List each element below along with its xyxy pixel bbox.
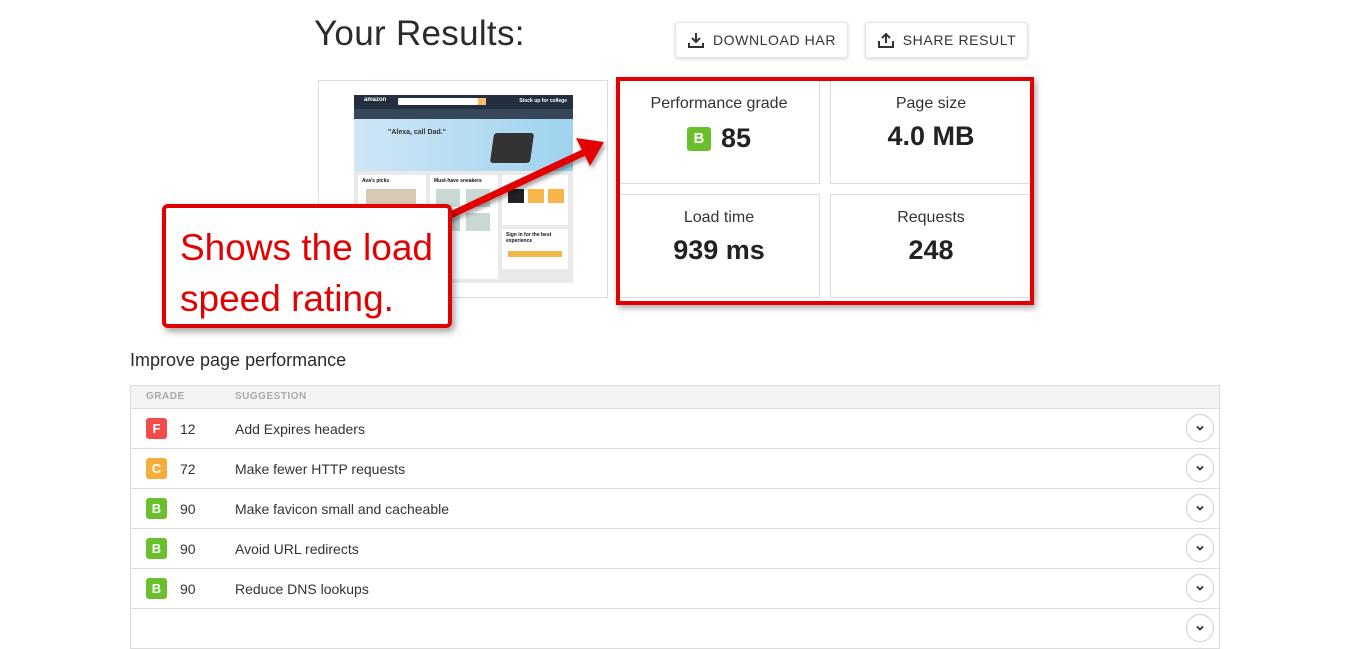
upload-icon: [877, 31, 895, 49]
suggestion-text: Make fewer HTTP requests: [235, 461, 406, 477]
callout-text: Shows the load speed rating.: [180, 227, 434, 319]
download-icon: [687, 31, 705, 49]
chevron-down-icon: [1196, 585, 1204, 591]
grade-score: 90: [180, 541, 196, 557]
grade-badge: B: [146, 498, 167, 519]
download-har-button[interactable]: DOWNLOAD HAR: [675, 22, 848, 58]
grade-badge: C: [146, 458, 167, 479]
share-result-button[interactable]: SHARE RESULT: [865, 22, 1028, 58]
chevron-down-icon: [1196, 625, 1204, 631]
expand-row-button[interactable]: [1186, 614, 1214, 642]
suggestion-text: Add Expires headers: [235, 421, 365, 437]
expand-row-button[interactable]: [1186, 574, 1214, 602]
suggestion-column-header: SUGGESTION: [235, 391, 307, 402]
preview-tile-label: Must-have sneakers: [434, 178, 482, 184]
preview-promo: Stock up for college: [519, 98, 567, 104]
chevron-down-icon: [1196, 545, 1204, 551]
grade-badge: B: [146, 578, 167, 599]
preview-tile-label: Sign in for the best experience: [506, 232, 552, 244]
grade-score: 90: [180, 581, 196, 597]
preview-tile-label: Ava's picks: [362, 178, 390, 184]
table-header: GRADE SUGGESTION: [131, 386, 1219, 409]
table-row[interactable]: B 90 Avoid URL redirects: [131, 529, 1219, 569]
improve-section-title: Improve page performance: [130, 350, 347, 370]
expand-row-button[interactable]: [1186, 454, 1214, 482]
expand-row-button[interactable]: [1186, 414, 1214, 442]
chevron-down-icon: [1196, 425, 1204, 431]
grade-score: 72: [180, 461, 196, 477]
suggestion-text: Reduce DNS lookups: [235, 581, 369, 597]
grade-column-header: GRADE: [146, 391, 185, 402]
page-title: Your Results:: [314, 14, 525, 53]
grade-badge: B: [146, 538, 167, 559]
expand-row-button[interactable]: [1186, 494, 1214, 522]
chevron-down-icon: [1196, 465, 1204, 471]
suggestions-table: GRADE SUGGESTION F 12 Add Expires header…: [130, 385, 1220, 649]
preview-hero-text: "Alexa, call Dad.": [388, 129, 446, 136]
table-row[interactable]: F 12 Add Expires headers: [131, 409, 1219, 449]
preview-logo: amazon: [364, 97, 387, 103]
table-row[interactable]: C 72 Make fewer HTTP requests: [131, 449, 1219, 489]
table-row[interactable]: B 90 Make favicon small and cacheable: [131, 489, 1219, 529]
annotation-callout: Shows the load speed rating.: [162, 204, 452, 328]
metrics-highlight-box: [616, 77, 1034, 305]
download-har-label: DOWNLOAD HAR: [712, 32, 837, 48]
table-row[interactable]: B 90 Reduce DNS lookups: [131, 569, 1219, 609]
grade-score: 12: [180, 421, 196, 437]
grade-score: 90: [180, 501, 196, 517]
expand-row-button[interactable]: [1186, 534, 1214, 562]
suggestion-text: Make favicon small and cacheable: [235, 501, 450, 517]
share-result-label: SHARE RESULT: [902, 32, 1017, 48]
suggestion-text: Avoid URL redirects: [235, 541, 359, 557]
chevron-down-icon: [1196, 505, 1204, 511]
grade-badge: F: [146, 418, 167, 439]
table-row[interactable]: [131, 609, 1219, 649]
